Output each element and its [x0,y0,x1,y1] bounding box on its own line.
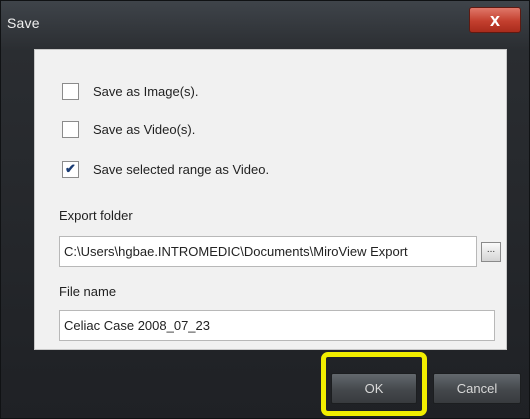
save-as-videos-checkbox[interactable] [62,120,79,138]
export-folder-label: Export folder [59,208,133,223]
options-panel: Save as Image(s). Save as Video(s). ✔ Sa… [34,49,507,350]
cancel-button[interactable]: Cancel [433,373,521,404]
save-as-videos-label: Save as Video(s). [93,121,196,137]
close-button[interactable]: x [469,7,521,33]
save-as-images-option[interactable]: Save as Image(s). [62,80,199,102]
file-name-label: File name [59,284,117,299]
ok-highlight-box [321,352,427,416]
save-range-as-video-label: Save selected range as Video. [93,161,270,177]
save-range-as-video-checkbox[interactable]: ✔ [62,160,79,178]
dialog-title: Save [7,15,40,31]
close-icon: x [489,10,500,30]
save-dialog: Save x Save as Image(s). Save as Video(s… [0,0,530,419]
file-name-field[interactable]: Celiac Case 2008_07_23 [59,310,495,341]
save-range-as-video-option[interactable]: ✔ Save selected range as Video. [62,158,269,180]
save-as-images-label: Save as Image(s). [93,83,199,99]
save-as-images-checkbox[interactable] [62,82,79,100]
save-as-videos-option[interactable]: Save as Video(s). [62,118,195,140]
title-bar[interactable]: Save x [1,1,530,43]
browse-folder-button[interactable]: ... [481,242,501,262]
checkmark-icon: ✔ [65,161,76,176]
export-folder-field[interactable]: C:\Users\hgbae.INTROMEDIC\Documents\Miro… [59,236,477,267]
